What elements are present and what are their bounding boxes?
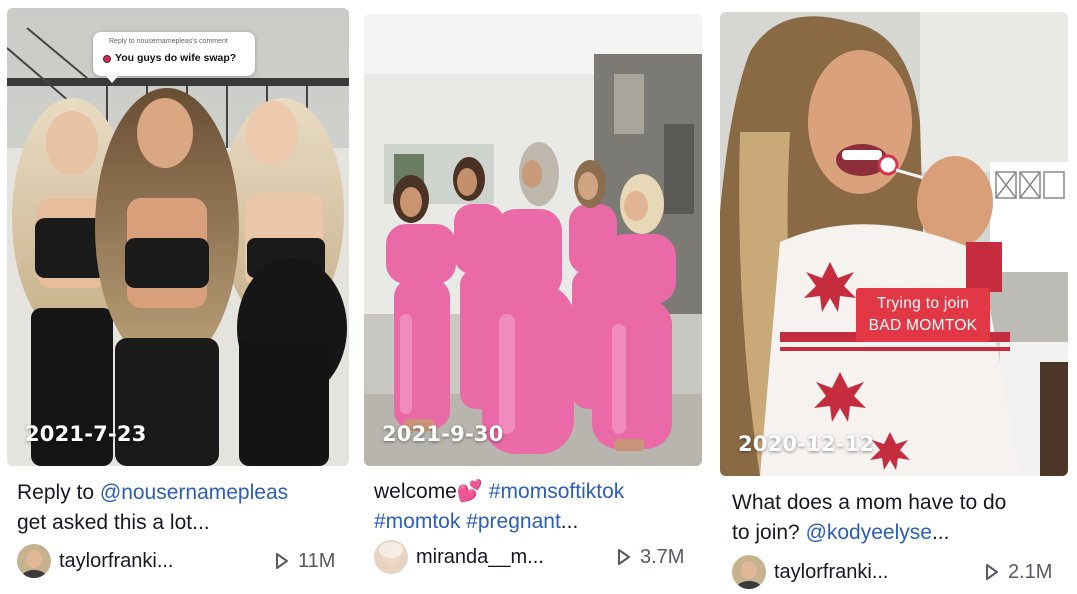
sticker-line-1: Trying to join: [876, 295, 970, 312]
video-meta-1: taylorfranki... 11M: [17, 544, 341, 578]
caption-text: welcome: [374, 480, 457, 503]
caption-text: What does a mom have to do: [732, 491, 1007, 514]
sticker-line-2: BAD MOMTOK: [868, 317, 978, 334]
video-date-2: 2021-9-30: [382, 422, 504, 446]
reply-to-label: Reply to nousernamepleas's comment: [109, 38, 228, 45]
author-name[interactable]: miranda__m...: [416, 545, 544, 569]
thumbnail-image-2: [364, 14, 702, 466]
author-avatar[interactable]: [374, 540, 408, 574]
caption-ellipsis: ...: [560, 510, 579, 533]
caption-ellipsis: ...: [931, 521, 950, 544]
video-thumbnail-3[interactable]: Trying to join BAD MOMTOK 2020-12-12: [720, 12, 1068, 476]
reply-comment-bubble: Reply to nousernamepleas's comment You g…: [93, 32, 255, 83]
author-avatar[interactable]: [17, 544, 51, 578]
caption-mention-link[interactable]: @kodyeelyse: [806, 521, 932, 544]
view-count: 2.1M: [1008, 561, 1053, 583]
video-caption-2[interactable]: welcome💕 #momsoftiktok #momtok #pregnant…: [374, 476, 624, 537]
view-count: 3.7M: [640, 546, 685, 568]
play-icon: [276, 553, 288, 569]
author-avatar[interactable]: [732, 555, 766, 589]
video-thumbnail-1[interactable]: Reply to nousernamepleas's comment You g…: [7, 8, 349, 466]
video-date-1: 2021-7-23: [25, 422, 147, 446]
thumbnail-image-3: [720, 12, 1068, 476]
commenter-avatar-dot: [103, 55, 111, 63]
caption-text-line2: to join?: [732, 521, 806, 544]
caption-mention-link[interactable]: @nousernamepleas: [100, 481, 288, 504]
reply-comment-text: You guys do wife swap?: [115, 52, 237, 64]
author-name[interactable]: taylorfranki...: [59, 549, 173, 573]
caption-text-line2: get asked this a lot...: [17, 511, 210, 534]
play-icon: [618, 549, 630, 565]
hashtag-pregnant[interactable]: #pregnant: [466, 510, 561, 533]
hashtag-momtok[interactable]: #momtok: [374, 510, 460, 533]
view-count: 11M: [298, 550, 336, 572]
video-date-3: 2020-12-12: [738, 432, 875, 456]
thumbnail-image-1: [7, 8, 349, 466]
video-caption-1[interactable]: Reply to @nousernamepleas get asked this…: [17, 478, 288, 538]
heart-emoji: 💕: [456, 479, 484, 503]
video-caption-3[interactable]: What does a mom have to do to join? @kod…: [732, 488, 1006, 548]
text-sticker: Trying to join BAD MOMTOK: [856, 288, 990, 342]
caption-text: Reply to: [17, 481, 100, 504]
author-name[interactable]: taylorfranki...: [774, 560, 888, 584]
video-thumbnail-2[interactable]: 2021-9-30: [364, 14, 702, 466]
play-icon: [986, 564, 998, 580]
hashtag-momsoftiktok[interactable]: #momsoftiktok: [489, 480, 624, 503]
video-meta-3: taylorfranki... 2.1M: [732, 555, 1062, 589]
video-meta-2: miranda__m... 3.7M: [374, 540, 694, 574]
